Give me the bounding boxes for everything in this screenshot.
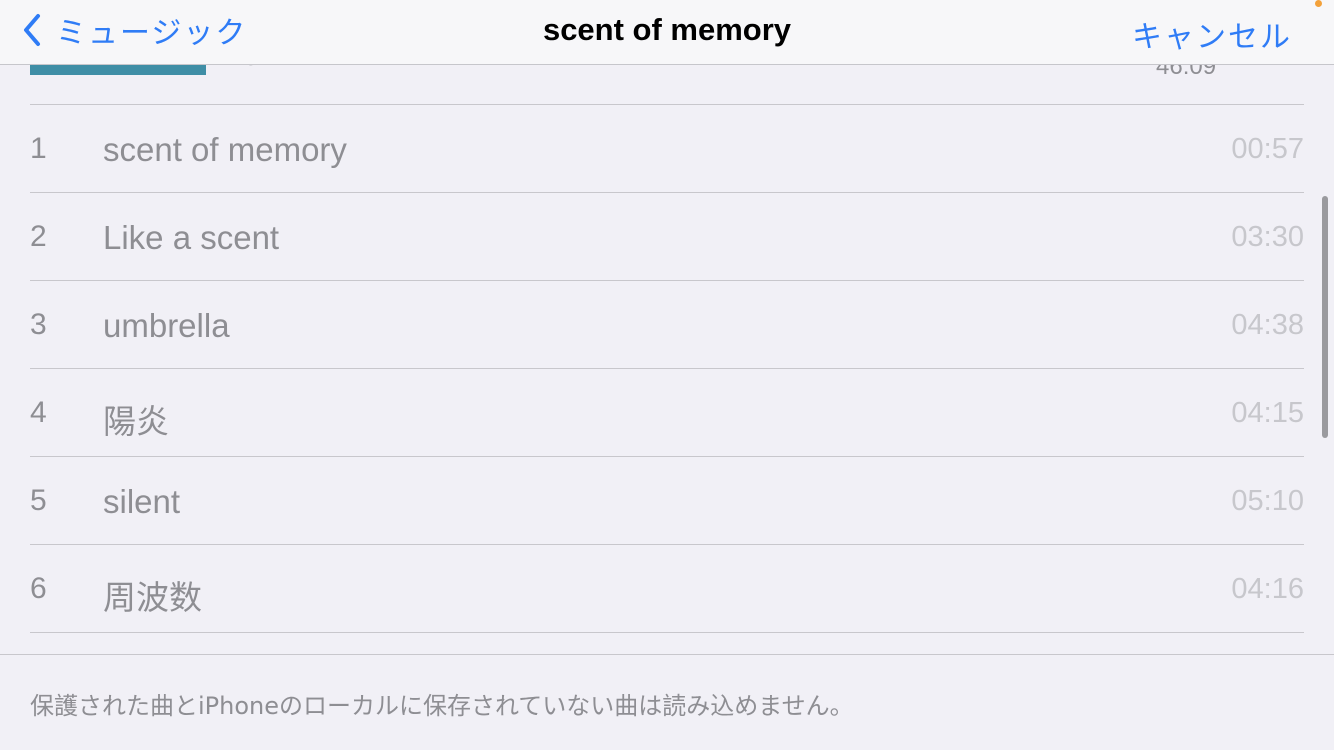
track-duration: 00:57 [1231, 133, 1304, 165]
track-number: 2 [30, 220, 47, 253]
track-title: Like a scent [103, 219, 280, 256]
track-row[interactable]: 6 周波数 04:16 [30, 545, 1304, 633]
track-duration: 03:30 [1231, 221, 1304, 253]
track-row[interactable]: 3 umbrella 04:38 [30, 281, 1304, 369]
track-title: 陽炎 [103, 403, 169, 440]
track-row[interactable]: 2 Like a scent 03:30 [30, 193, 1304, 281]
track-duration: 04:38 [1231, 309, 1304, 341]
track-title: silent [103, 483, 181, 520]
footer-note: 保護された曲とiPhoneのローカルに保存されていない曲は読み込めません。 [30, 692, 854, 720]
cancel-button[interactable]: キャンセル [1132, 12, 1292, 56]
footer-divider [0, 654, 1334, 655]
track-duration: 04:16 [1231, 573, 1304, 605]
vertical-scrollbar[interactable] [1322, 196, 1328, 438]
track-number: 5 [30, 484, 47, 517]
track-row[interactable]: 1 scent of memory 00:57 [30, 105, 1304, 193]
track-title: umbrella [103, 307, 230, 344]
track-title: scent of memory [103, 131, 347, 168]
track-number: 3 [30, 308, 47, 341]
navigation-bar: ミュージック scent of memory キャンセル [0, 0, 1334, 65]
track-title: 周波数 [103, 579, 202, 616]
status-indicator-dot [1315, 0, 1322, 7]
track-row[interactable]: 5 silent 05:10 [30, 457, 1304, 545]
track-duration: 05:10 [1231, 485, 1304, 517]
track-number: 1 [30, 132, 47, 165]
track-row[interactable]: 4 陽炎 04:15 [30, 369, 1304, 457]
track-number: 4 [30, 396, 47, 429]
track-duration: 04:15 [1231, 397, 1304, 429]
track-number: 6 [30, 572, 47, 605]
track-list: 1 scent of memory 00:57 2 Like a scent 0… [30, 105, 1304, 633]
